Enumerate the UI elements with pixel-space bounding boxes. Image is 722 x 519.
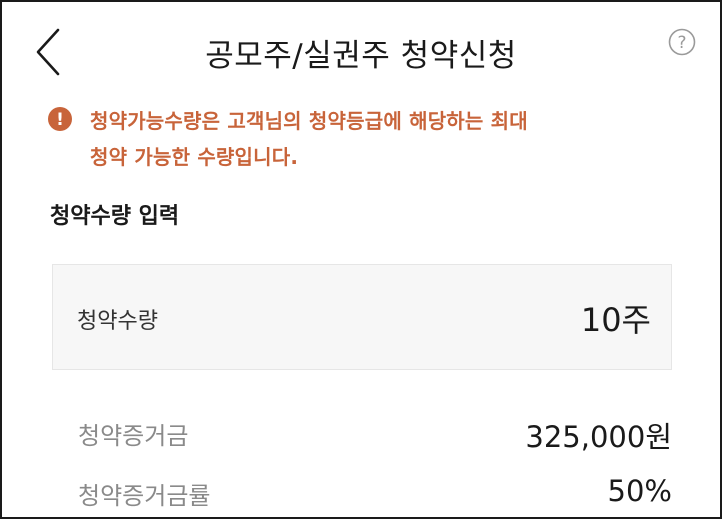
help-button[interactable]: ? <box>668 28 696 56</box>
deposit-rate-label: 청약증거금률 <box>78 482 211 510</box>
quantity-label: 청약수량 <box>77 309 158 334</box>
notice-glyph: ! <box>56 110 64 130</box>
exclamation-circle-icon: ! <box>48 107 72 131</box>
page-title: 공모주/실권주 청약신청 <box>205 38 517 74</box>
question-circle-icon: ? <box>668 28 696 56</box>
quantity-input[interactable]: 청약수량 10주 <box>52 264 672 370</box>
deposit-label: 청약증거금 <box>78 422 189 450</box>
screen-frame: 공모주/실권주 청약신청 ? ! 청약가능수량은 고객님의 청약등급에 해당하는… <box>0 0 722 519</box>
deposit-rate-value: 50% <box>607 474 672 508</box>
notice-line-1: 청약가능수량은 고객님의 청약등급에 해당하는 최대 <box>90 109 528 133</box>
notice-text: 청약가능수량은 고객님의 청약등급에 해당하는 최대 청약 가능한 수량입니다. <box>90 103 670 175</box>
section-title: 청약수량 입력 <box>50 204 180 229</box>
header: 공모주/실권주 청약신청 ? <box>2 2 720 94</box>
notice-line-2: 청약 가능한 수량입니다. <box>90 145 299 169</box>
help-glyph: ? <box>677 33 686 53</box>
deposit-value: 325,000원 <box>525 420 672 454</box>
quantity-value[interactable]: 10주 <box>581 295 651 341</box>
